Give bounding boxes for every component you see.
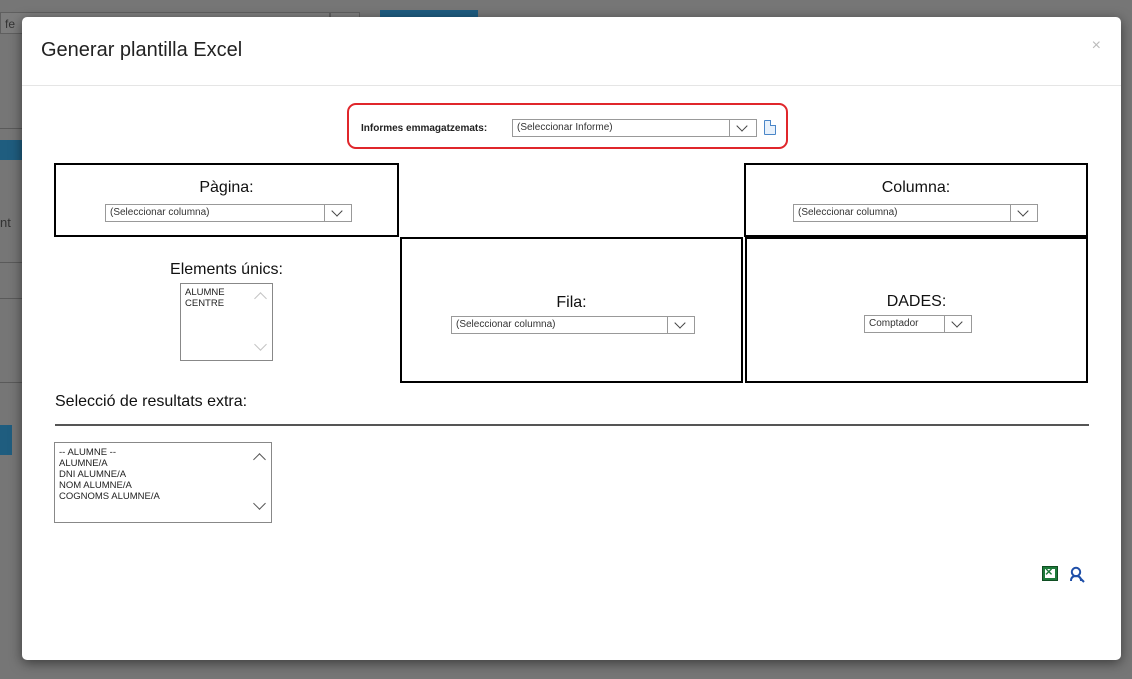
pagina-select-value: (Seleccionar columna) [110,207,210,218]
dades-title: DADES: [886,293,947,310]
scrollbar[interactable] [250,284,272,360]
columna-select-value: (Seleccionar columna) [798,207,898,218]
background-divider [0,382,22,383]
extra-results-title: Selecció de resultats extra: [55,393,248,410]
chevron-up-icon[interactable] [253,453,266,466]
extra-results-listbox[interactable]: -- ALUMNE -- ALUMNE/A DNI ALUMNE/A NOM A… [54,442,272,523]
saved-reports-value: (Seleccionar Informe) [517,122,613,133]
elements-unics-listbox[interactable]: ALUMNE CENTRE [180,283,273,361]
list-item[interactable]: COGNOMS ALUMNE/A [55,491,271,502]
modal-header: Generar plantilla Excel × [22,17,1121,86]
list-item[interactable]: ALUMNE/A [55,458,271,469]
dades-box: DADES: Comptador [745,237,1088,383]
fila-select[interactable]: (Seleccionar columna) [451,316,695,334]
excel-icon[interactable] [1042,564,1058,581]
chevron-down-icon [324,205,351,221]
chevron-down-icon[interactable] [254,338,267,351]
list-item[interactable]: NOM ALUMNE/A [55,480,271,491]
saved-reports-select[interactable]: (Seleccionar Informe) [512,119,757,137]
pagina-box: Pàgina: (Seleccionar columna) [54,163,399,237]
fila-select-value: (Seleccionar columna) [456,319,556,330]
background-divider [0,298,22,299]
chevron-down-icon [944,316,971,332]
fila-title: Fila: [556,294,587,311]
scrollbar[interactable] [249,443,271,522]
chevron-down-icon [667,317,694,333]
user-search-icon[interactable] [1068,565,1086,583]
saved-reports-row: Informes emmagatzemats: (Seleccionar Inf… [347,103,788,149]
background-text: nt [0,215,11,230]
chevron-down-icon [1010,205,1037,221]
background-bar [0,140,22,160]
elements-unics-title: Elements únics: [170,261,283,278]
background-bar [0,425,12,455]
section-divider [55,424,1089,426]
list-item[interactable]: DNI ALUMNE/A [55,469,271,480]
saved-reports-label: Informes emmagatzemats: [361,123,488,134]
chevron-down-icon [729,120,756,136]
close-icon[interactable]: × [1092,37,1101,55]
document-icon[interactable] [764,120,776,135]
modal-title: Generar plantilla Excel [41,39,243,61]
columna-select[interactable]: (Seleccionar columna) [793,204,1038,222]
chevron-down-icon[interactable] [253,497,266,510]
pagina-select[interactable]: (Seleccionar columna) [105,204,352,222]
pagina-title: Pàgina: [199,179,254,196]
dades-select-value: Comptador [869,318,919,329]
background-divider [0,128,22,129]
dades-select[interactable]: Comptador [864,315,972,333]
list-item[interactable]: -- ALUMNE -- [55,447,271,458]
columna-box: Columna: (Seleccionar columna) [744,163,1088,237]
generate-template-modal: Generar plantilla Excel × Informes emmag… [22,17,1121,660]
background-divider [0,262,22,263]
fila-box: Fila: (Seleccionar columna) [400,237,743,383]
chevron-up-icon[interactable] [254,292,267,305]
columna-title: Columna: [881,179,951,196]
